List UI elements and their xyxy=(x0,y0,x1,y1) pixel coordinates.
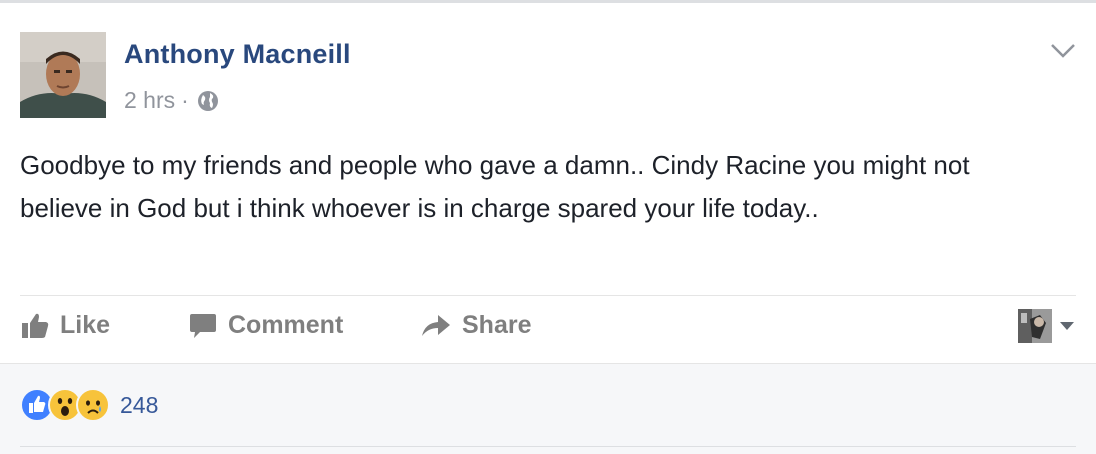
reactions-bar: 248 xyxy=(0,363,1096,454)
post-as-selector[interactable] xyxy=(1018,309,1076,343)
share-arrow-icon xyxy=(422,314,450,336)
share-button[interactable]: Share xyxy=(420,311,531,340)
author-name[interactable]: Anthony Macneill xyxy=(124,39,351,70)
like-label: Like xyxy=(60,311,111,339)
reaction-count[interactable]: 248 xyxy=(120,392,158,419)
share-label: Share xyxy=(462,311,532,339)
comment-label: Comment xyxy=(228,311,344,339)
bottom-divider xyxy=(20,446,1076,447)
post-card: Anthony Macneill 2 hrs · Goodbye to my f… xyxy=(0,0,1096,454)
page-avatar-thumbnail xyxy=(1018,309,1052,343)
actions-top-divider xyxy=(20,295,1076,296)
post-header: Anthony Macneill 2 hrs · xyxy=(20,29,1076,121)
post-timestamp[interactable]: 2 hrs xyxy=(124,87,175,114)
avatar-photo xyxy=(20,32,106,118)
reactions-summary[interactable]: 248 xyxy=(20,388,158,422)
post-body-text: Goodbye to my friends and people who gav… xyxy=(20,150,970,223)
thumbs-up-icon xyxy=(22,313,49,338)
like-button[interactable]: Like xyxy=(20,311,110,340)
comment-icon xyxy=(190,313,216,338)
globe-icon[interactable] xyxy=(197,90,219,112)
caret-down-icon xyxy=(1060,322,1074,330)
meta-separator: · xyxy=(181,87,189,113)
post-meta: 2 hrs · xyxy=(124,87,219,114)
chevron-down-icon[interactable] xyxy=(1050,43,1076,59)
author-avatar[interactable] xyxy=(20,32,106,118)
comment-button[interactable]: Comment xyxy=(188,311,343,340)
post-actions: Like Comment Share xyxy=(20,299,1076,357)
sad-reaction-icon xyxy=(76,388,110,422)
